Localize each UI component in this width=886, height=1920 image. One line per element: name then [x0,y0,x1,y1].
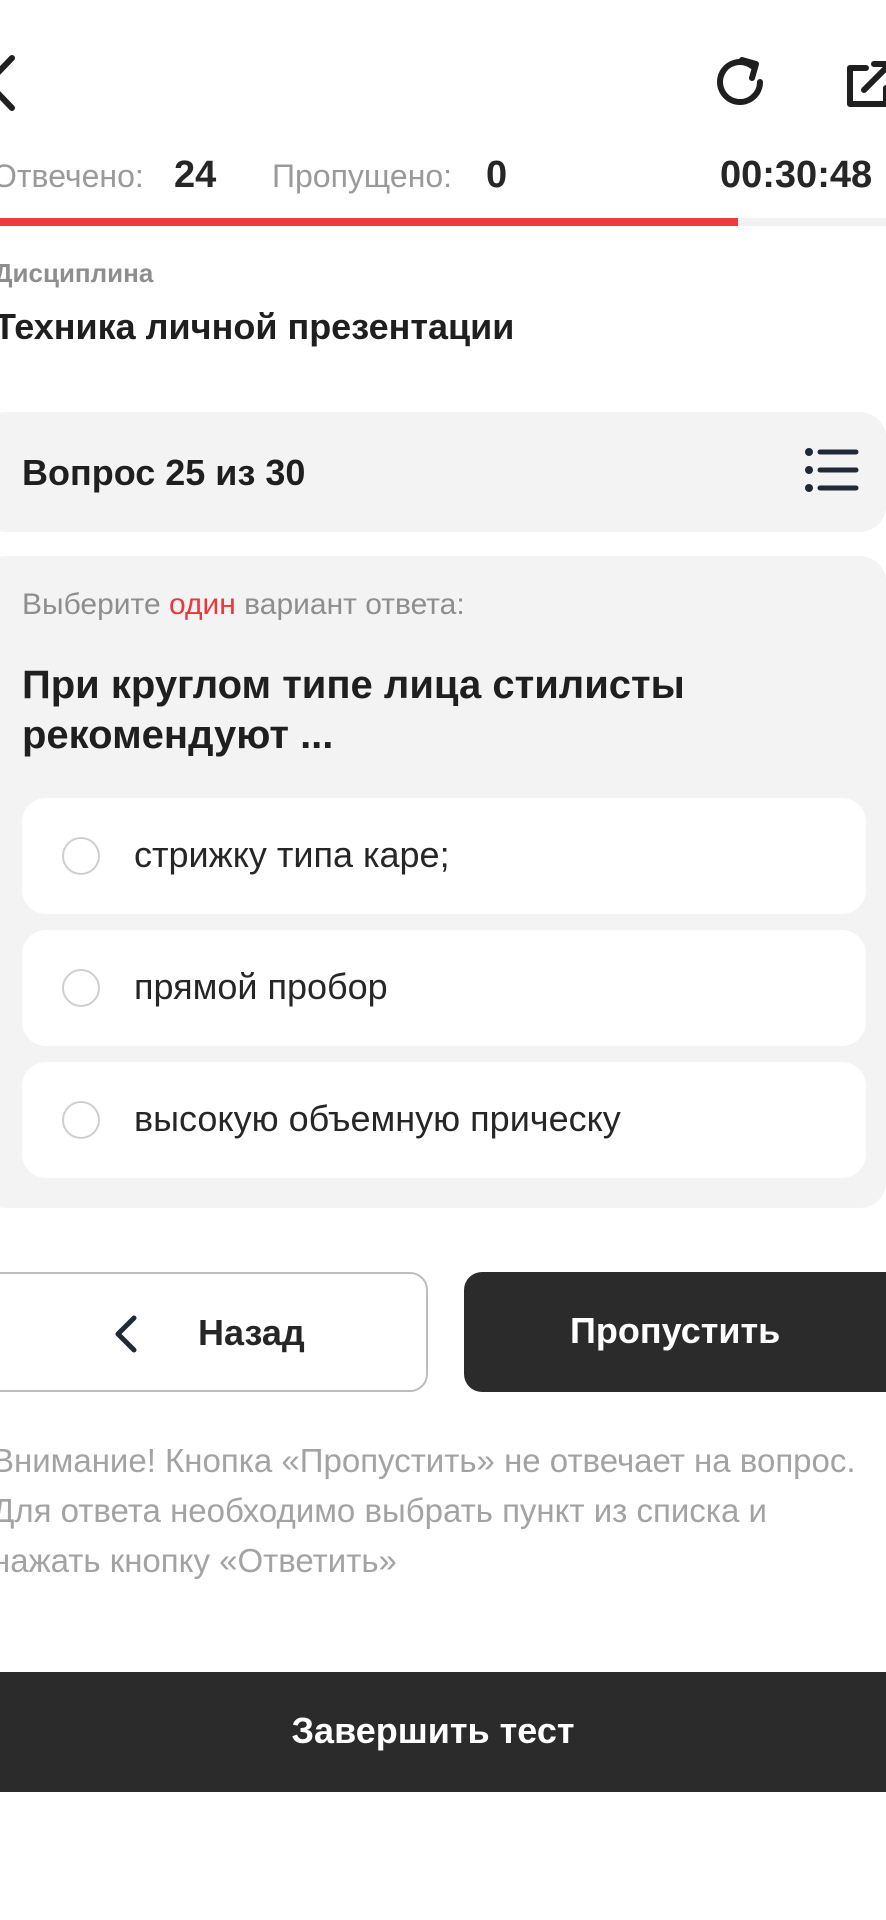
radio-button[interactable] [62,969,100,1007]
finish-test-button[interactable]: Завершить тест [0,1672,886,1792]
skip-button[interactable]: Пропустить [464,1272,886,1392]
external-link-icon[interactable] [842,58,886,108]
option-label: высокую объемную прическу [134,1098,621,1139]
radio-button[interactable] [62,1101,100,1139]
discipline-label: Дисциплина [0,258,154,288]
progress-fill [0,218,739,226]
finish-test-label: Завершить тест [291,1710,575,1751]
answer-instruction: Выберите один вариант ответа: [22,588,465,622]
question-text: При круглом типе лица стилисты рекоменду… [22,663,685,757]
refresh-icon[interactable] [712,52,772,112]
option-label: стрижку типа каре; [134,834,450,875]
instruction-text: Выберите [22,588,169,621]
answer-option[interactable]: прямой пробор [22,930,866,1046]
answered-count: 24 [174,154,217,196]
timer: 00:30:48 [720,154,873,196]
instruction-text-end: вариант ответа: [235,588,465,621]
instruction-accent: один [168,588,236,621]
answer-option[interactable]: высокую объемную прическу [22,1062,866,1178]
answer-option[interactable]: стрижку типа каре; [22,798,866,914]
answered-label: Отвечено: [0,158,144,194]
progress-bar [0,218,886,226]
skipped-label: Пропущено: [272,158,453,194]
skipped-count: 0 [486,154,508,196]
back-chevron-icon[interactable] [0,52,18,114]
back-button[interactable]: Назад [0,1272,428,1392]
radio-button[interactable] [62,837,100,875]
skip-button-label: Пропустить [570,1310,781,1351]
back-button-label: Назад [198,1312,305,1353]
discipline-title: Техника личной презентации [0,306,515,347]
chevron-left-icon [112,1314,142,1354]
question-counter: Вопрос 25 из 30 [22,452,306,493]
option-label: прямой пробор [134,966,388,1007]
list-icon[interactable] [804,446,860,494]
skip-notice: Внимание! Кнопка «Пропустить» не отвечае… [0,1442,856,1579]
